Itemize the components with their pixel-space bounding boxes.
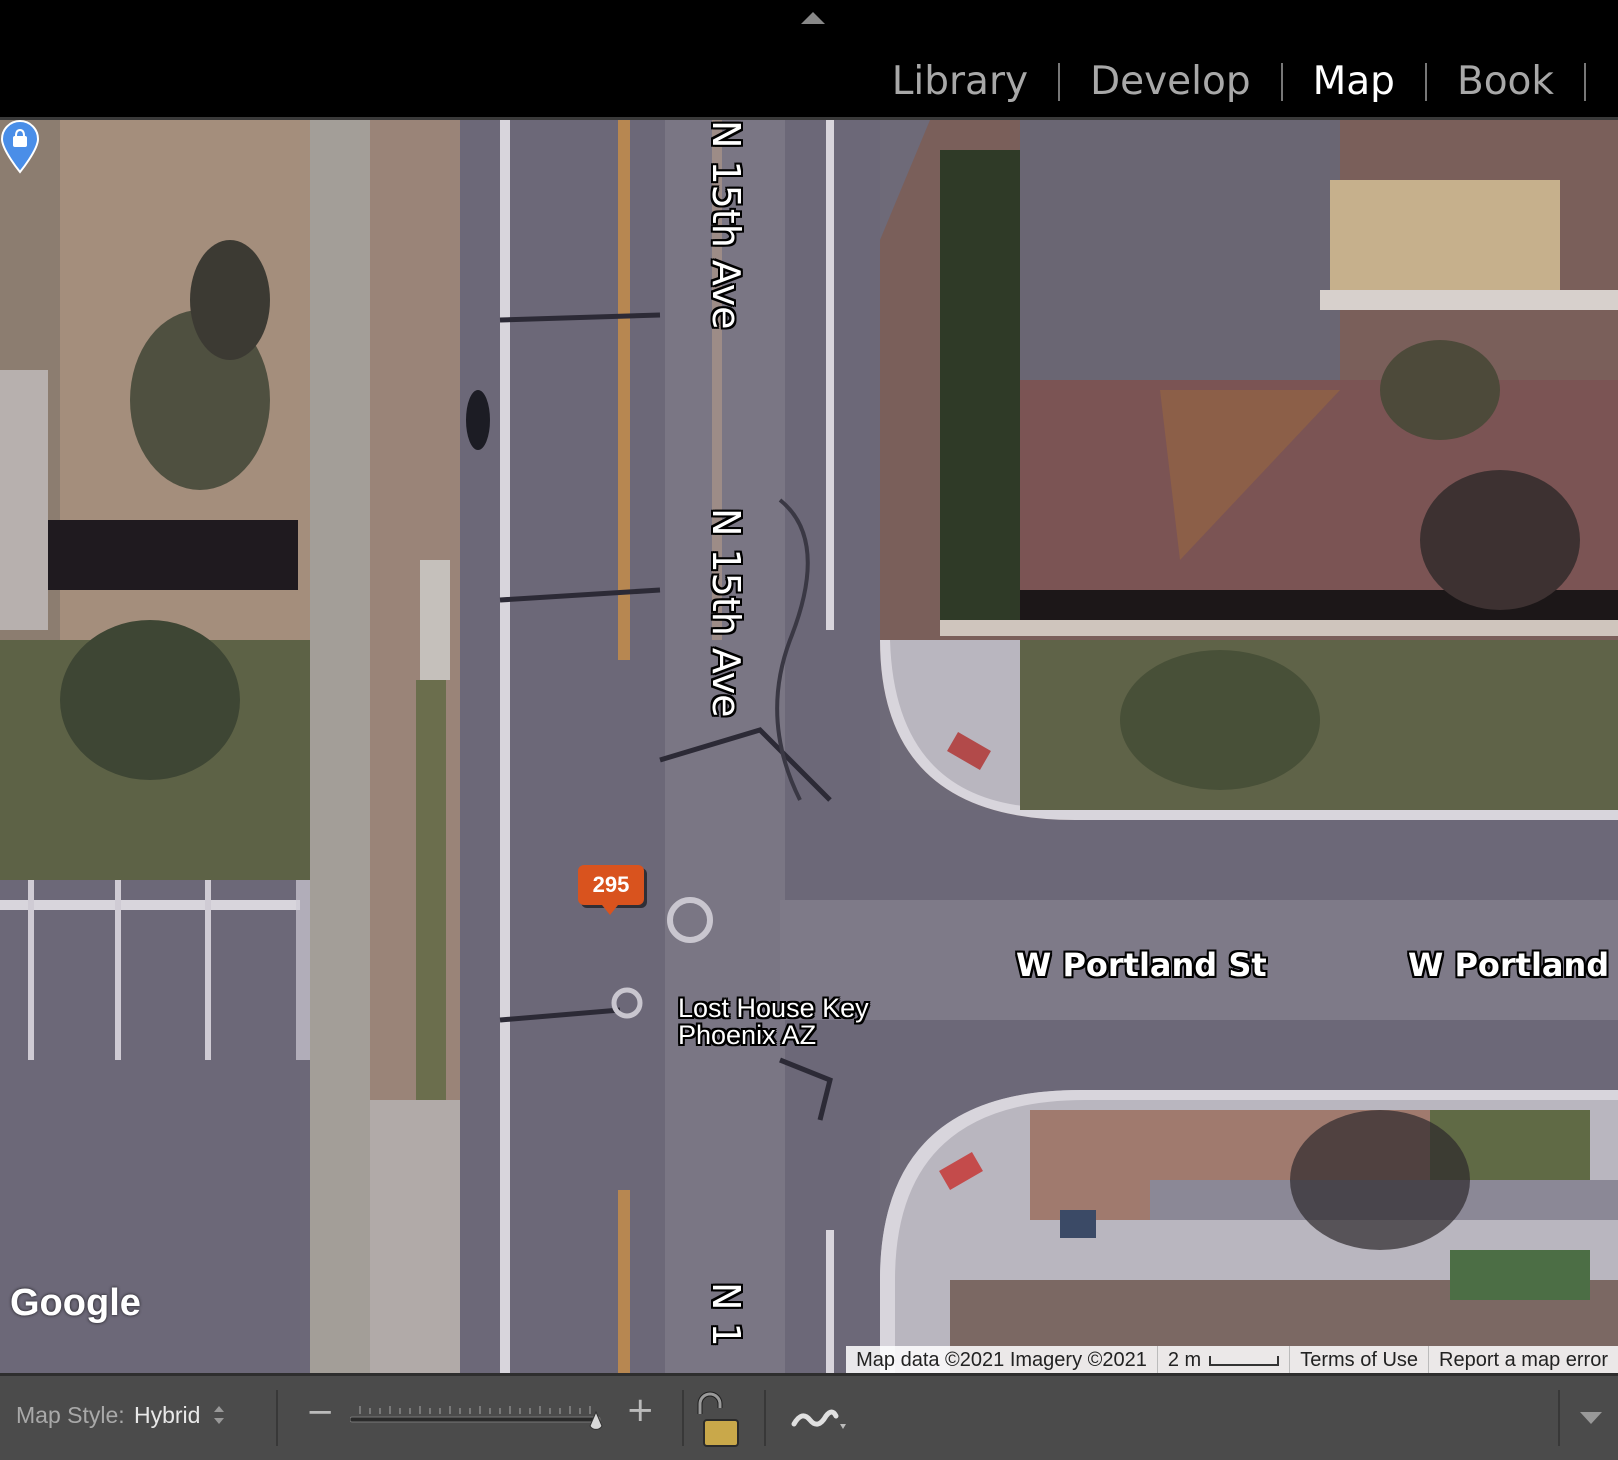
zoom-out-button[interactable]: −	[306, 1392, 335, 1432]
zoom-slider[interactable]	[350, 1396, 610, 1436]
map-style-spinner-icon[interactable]	[212, 1402, 226, 1428]
street-label-w-portland-st: W Portland St	[1408, 946, 1618, 984]
report-map-error-link[interactable]: Report a map error	[1428, 1346, 1618, 1373]
zoom-slider-thumb	[589, 1410, 603, 1430]
saved-location-label: Lost House Key Phoenix AZ	[678, 995, 869, 1049]
module-develop[interactable]: Develop	[1060, 52, 1281, 112]
street-label-n-15th-ave: N 15th Ave	[704, 120, 748, 330]
photo-count-marker[interactable]: 295	[578, 865, 644, 915]
collapse-top-panel-triangle-icon[interactable]	[801, 12, 825, 24]
zoom-in-button[interactable]: +	[626, 1390, 655, 1430]
toolbar-separator	[276, 1390, 278, 1446]
module-separator	[1584, 63, 1586, 101]
saved-location-city: Phoenix AZ	[678, 1020, 817, 1050]
map-data-attribution: Map data ©2021 Imagery ©2021	[856, 1349, 1147, 1371]
module-book[interactable]: Book	[1427, 52, 1584, 112]
module-picker-bar: Library Develop Map Book	[0, 0, 1618, 120]
toolbar-separator	[682, 1390, 684, 1446]
toolbar-separator	[764, 1390, 766, 1446]
satellite-imagery	[0, 120, 1618, 1373]
saved-location-pin-icon[interactable]	[0, 120, 40, 174]
module-map[interactable]: Map	[1283, 52, 1425, 112]
map-attribution-bar: Map data ©2021 Imagery ©2021 2 m Terms o…	[846, 1346, 1618, 1373]
toolbar-content-menu-triangle-icon[interactable]	[1580, 1412, 1602, 1424]
street-label-w-portland-st: W Portland St	[1016, 946, 1267, 984]
terms-of-use-link[interactable]: Terms of Use	[1289, 1346, 1428, 1373]
google-logo: Google	[10, 1282, 141, 1324]
tracklog-icon[interactable]	[790, 1402, 852, 1438]
map-style-label: Map Style:	[16, 1402, 125, 1428]
unlocked-padlock-icon[interactable]	[692, 1390, 744, 1448]
scale-bar-icon	[1209, 1355, 1280, 1366]
scale-indicator: 2 m	[1156, 1346, 1289, 1373]
saved-location-name: Lost House Key	[678, 993, 869, 1023]
map-view[interactable]: N 15th Ave N 15th Ave N 1 W Portland St …	[0, 120, 1618, 1373]
map-toolbar: Map Style: Hybrid − +	[0, 1373, 1618, 1460]
scale-label: 2 m	[1167, 1349, 1202, 1371]
street-label-n-15th-ave: N 15th Ave	[704, 508, 748, 718]
map-style-select[interactable]: Hybrid	[134, 1402, 200, 1429]
street-label-n-15th-ave-partial: N 1	[704, 1282, 748, 1347]
toolbar-separator	[1558, 1390, 1560, 1446]
module-library[interactable]: Library	[862, 52, 1058, 112]
module-picker: Library Develop Map Book	[862, 52, 1586, 112]
